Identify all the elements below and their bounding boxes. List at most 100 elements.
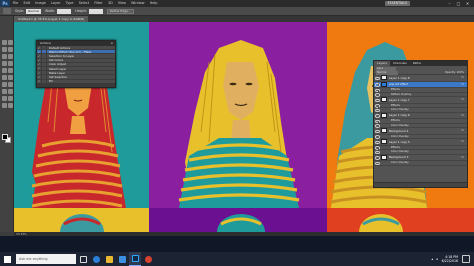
marquee-tool-icon[interactable] bbox=[3, 8, 11, 14]
quick-select-tool-icon[interactable] bbox=[7, 47, 13, 52]
type-tool-icon[interactable] bbox=[7, 89, 13, 94]
layer-name: Layer 1 copy 7 bbox=[389, 97, 410, 102]
workspace-switcher[interactable]: ESSENTIALS bbox=[384, 1, 410, 6]
pop-art-tile-bottom-middle bbox=[149, 208, 327, 232]
system-tray: ▴ ◂ 4:18 PM 6/22/2016 bbox=[431, 252, 470, 266]
menu-help[interactable]: Help bbox=[147, 0, 160, 7]
photoshop-taskbar-icon[interactable] bbox=[129, 252, 141, 266]
portrait-magenta-image bbox=[178, 40, 300, 208]
layer-name: Color Overlay bbox=[391, 108, 409, 112]
shape-tool-icon[interactable] bbox=[7, 96, 13, 101]
taskbar-search-box[interactable]: Ask me anything bbox=[16, 254, 76, 264]
width-label: Width: bbox=[44, 9, 56, 13]
crop-tool-icon[interactable] bbox=[1, 54, 7, 59]
actions-panel-title: Actions bbox=[40, 41, 51, 45]
layer-fx-icon[interactable]: fx bbox=[462, 156, 464, 159]
taskbar-date: 6/22/2016 bbox=[441, 259, 458, 263]
visibility-eye-icon[interactable] bbox=[374, 159, 380, 166]
actions-panel-header[interactable]: Actions ≡ bbox=[37, 41, 115, 46]
blend-mode-select[interactable]: Normal bbox=[376, 71, 398, 75]
dodge-tool-icon[interactable] bbox=[7, 82, 13, 87]
minimize-button[interactable]: – bbox=[445, 0, 454, 7]
menu-type[interactable]: Type bbox=[63, 0, 76, 7]
lasso-tool-icon[interactable] bbox=[1, 47, 7, 52]
opacity-field[interactable]: Opacity: 100% bbox=[445, 71, 464, 75]
height-input[interactable] bbox=[88, 8, 103, 14]
taskbar-clock[interactable]: 4:18 PM 6/22/2016 bbox=[442, 255, 458, 263]
menu-select[interactable]: Select bbox=[76, 0, 92, 7]
layer-name: Effects bbox=[391, 145, 400, 149]
gradient-tool-icon[interactable] bbox=[7, 75, 13, 80]
layer-name: Effects bbox=[391, 88, 400, 92]
layers-panel-footer bbox=[374, 182, 467, 187]
layer-fx-icon[interactable]: fx bbox=[462, 129, 464, 132]
layer-name: Color Overlay bbox=[391, 123, 409, 127]
photoshop-window: Ps File Edit Image Layer Type Select Fil… bbox=[0, 0, 474, 266]
menu-edit[interactable]: Edit bbox=[21, 0, 33, 7]
layer-name: Color Overlay bbox=[391, 161, 409, 165]
history-brush-tool-icon[interactable] bbox=[7, 68, 13, 73]
task-view-icon[interactable] bbox=[77, 252, 89, 266]
store-icon[interactable] bbox=[116, 252, 128, 266]
options-bar: Style: Normal Width: Height: Refine Edge… bbox=[0, 7, 474, 16]
eyedropper-tool-icon[interactable] bbox=[7, 54, 13, 59]
panel-menu-icon[interactable]: ≡ bbox=[110, 41, 113, 46]
menu-window[interactable]: Window bbox=[129, 0, 148, 7]
layer-name: Layer 1 copy 5 bbox=[389, 139, 410, 144]
taskbar-strip: Ask me anything bbox=[0, 252, 474, 266]
menu-view[interactable]: View bbox=[115, 0, 128, 7]
layer-kind-filter[interactable]: Kind bbox=[376, 67, 396, 71]
brush-tool-icon[interactable] bbox=[7, 61, 13, 66]
edge-browser-icon[interactable] bbox=[90, 252, 102, 266]
layers-options: Kind Normal Opacity: 100% bbox=[374, 66, 467, 75]
blur-tool-icon[interactable] bbox=[1, 82, 7, 87]
foreground-color-swatch[interactable] bbox=[2, 134, 8, 140]
actions-panel: Actions ≡ ✓ Default Actions ✓ Warhol Effect… bbox=[36, 40, 116, 88]
marquee-tool-icon[interactable] bbox=[7, 40, 13, 45]
menu-3d[interactable]: 3D bbox=[105, 0, 115, 7]
width-input[interactable] bbox=[57, 8, 72, 14]
zoom-tool-icon[interactable] bbox=[7, 103, 13, 108]
layer-name: Background 4 bbox=[389, 128, 409, 133]
network-icon[interactable]: ▴ bbox=[431, 257, 433, 261]
move-tool-icon[interactable] bbox=[1, 40, 7, 45]
eraser-tool-icon[interactable] bbox=[1, 75, 7, 80]
maximize-button[interactable]: □ bbox=[454, 0, 463, 7]
layer-name: Color Overlay bbox=[391, 150, 409, 154]
chrome-browser-icon[interactable] bbox=[142, 252, 154, 266]
hand-tool-icon[interactable] bbox=[1, 103, 7, 108]
menu-layer[interactable]: Layer bbox=[48, 0, 63, 7]
start-button[interactable] bbox=[0, 252, 14, 266]
layer-fx-icon[interactable]: fx bbox=[462, 114, 464, 117]
layer-name: pop art effect bbox=[389, 82, 409, 87]
actions-panel-footer bbox=[37, 83, 115, 87]
layer-name: Color Overlay bbox=[391, 134, 409, 138]
refine-edge-button[interactable]: Refine Edge... bbox=[106, 8, 134, 14]
stamp-tool-icon[interactable] bbox=[1, 68, 7, 73]
pop-art-tile-magenta bbox=[149, 22, 327, 208]
volume-icon[interactable]: ◂ bbox=[436, 257, 438, 261]
windows-logo-icon bbox=[3, 255, 11, 263]
portrait-bottom-right-image bbox=[359, 214, 403, 232]
healing-tool-icon[interactable] bbox=[1, 61, 7, 66]
layers-panel: Layers Channels Paths Kind Normal Opacit… bbox=[373, 60, 468, 188]
photoshop-logo: Ps bbox=[0, 0, 10, 7]
layer-fx-icon[interactable]: fx bbox=[462, 83, 464, 86]
layer-fx-icon[interactable]: fx bbox=[462, 76, 464, 79]
layer-effect-row[interactable]: Color Overlay bbox=[374, 159, 467, 166]
path-select-tool-icon[interactable] bbox=[1, 96, 7, 101]
close-button[interactable]: ✕ bbox=[463, 0, 472, 7]
layer-fx-icon[interactable]: fx bbox=[462, 140, 464, 143]
layer-fx-icon[interactable]: fx bbox=[462, 98, 464, 101]
style-label: Style: bbox=[15, 9, 25, 13]
style-select[interactable]: Normal bbox=[26, 8, 41, 14]
menu-file[interactable]: File bbox=[10, 0, 21, 7]
file-explorer-icon[interactable] bbox=[103, 252, 115, 266]
layer-name: Pattern Overlay bbox=[391, 92, 412, 96]
pen-tool-icon[interactable] bbox=[1, 89, 7, 94]
menu-image[interactable]: Image bbox=[33, 0, 49, 7]
portrait-bottom-middle-image bbox=[217, 214, 265, 232]
notification-center-icon[interactable] bbox=[462, 255, 470, 263]
layer-name: Effects bbox=[391, 103, 400, 107]
menu-filter[interactable]: Filter bbox=[92, 0, 106, 7]
